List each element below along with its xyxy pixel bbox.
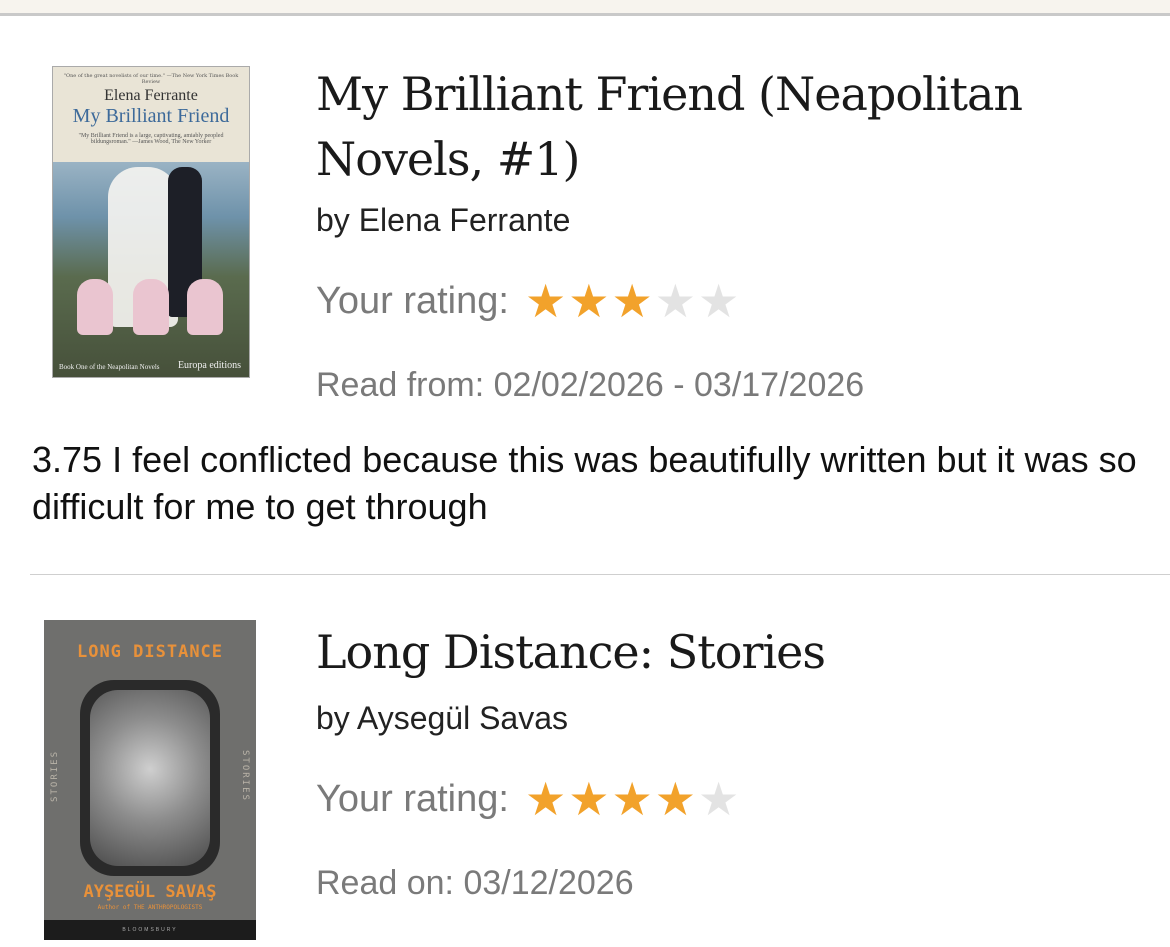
cover-title: My Brilliant Friend (72, 105, 230, 127)
star-empty-icon[interactable]: ★ (698, 278, 739, 324)
cover-title: LONG DISTANCE (76, 642, 224, 662)
star-rating[interactable]: ★ ★ ★ ★ ★ (525, 278, 741, 324)
cover-author: Elena Ferrante (104, 87, 198, 104)
divider (30, 574, 1170, 575)
star-filled-icon[interactable]: ★ (568, 776, 609, 822)
cover-side-text: STORIES (240, 750, 250, 802)
rating-label: Your rating: (316, 777, 509, 820)
read-dates: Read from: 02/02/2026 - 03/17/2026 (316, 366, 865, 404)
rating-row: Your rating: ★ ★ ★ ★ ★ (316, 776, 741, 822)
star-rating[interactable]: ★ ★ ★ ★ ★ (525, 776, 741, 822)
cover-publisher: BLOOMSBURY (44, 920, 256, 940)
cover-blurb: "One of the great novelists of our time.… (63, 73, 239, 85)
book-author[interactable]: by Aysegül Savas (316, 700, 568, 737)
book-title[interactable]: My Brilliant Friend (Neapolitan Novels, … (316, 62, 1146, 192)
top-bar (0, 0, 1170, 16)
star-filled-icon[interactable]: ★ (525, 776, 566, 822)
book-title[interactable]: Long Distance: Stories (316, 620, 1146, 685)
cover-figure-girl (187, 279, 223, 335)
cover-figure-girl (77, 279, 113, 335)
cover-publisher: Europa editions (177, 360, 241, 371)
cover-window-image (80, 680, 220, 876)
read-dates: Read on: 03/12/2026 (316, 864, 634, 902)
star-filled-icon[interactable]: ★ (611, 776, 652, 822)
cover-author: AYŞEGÜL SAVAŞ (83, 882, 217, 902)
cover-series: Book One of the Neapolitan Novels (59, 363, 160, 371)
star-filled-icon[interactable]: ★ (525, 278, 566, 324)
book-cover[interactable]: "One of the great novelists of our time.… (52, 66, 250, 378)
rating-label: Your rating: (316, 279, 509, 322)
cover-quote: "My Brilliant Friend is a large, captiva… (78, 133, 224, 145)
star-empty-icon[interactable]: ★ (698, 776, 739, 822)
star-filled-icon[interactable]: ★ (611, 278, 652, 324)
star-filled-icon[interactable]: ★ (568, 278, 609, 324)
book-cover[interactable]: LONG DISTANCE STORIES STORIES AYŞEGÜL SA… (44, 620, 256, 940)
cover-side-text: STORIES (50, 750, 60, 802)
star-empty-icon[interactable]: ★ (655, 278, 696, 324)
review-text: 3.75 I feel conflicted because this was … (32, 439, 1137, 527)
cover-figure-girl (133, 279, 169, 335)
book-author[interactable]: by Elena Ferrante (316, 202, 570, 239)
rating-row: Your rating: ★ ★ ★ ★ ★ (316, 278, 741, 324)
star-filled-icon[interactable]: ★ (655, 776, 696, 822)
cover-subtitle: Author of THE ANTHROPOLOGISTS (97, 904, 203, 911)
